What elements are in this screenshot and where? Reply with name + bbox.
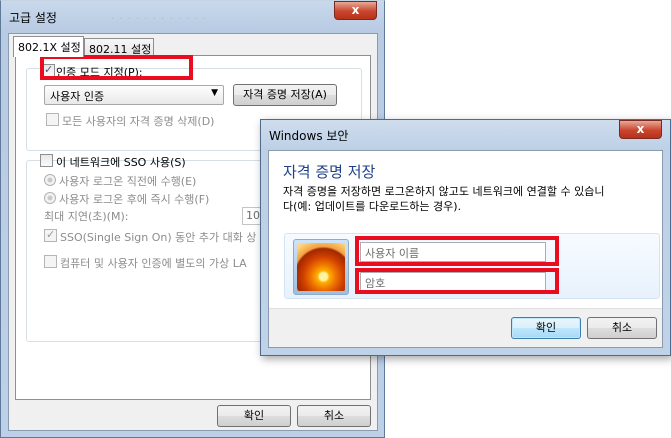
advanced-settings-titlebar[interactable]: 고급 설정 · · · · · · · · · · · ·: [1, 1, 384, 31]
enable-sso-checkbox[interactable]: [40, 154, 53, 167]
highlight-box-password: [355, 268, 559, 294]
titlebar-ghost-text: · · · · · · · · · · · ·: [111, 14, 208, 25]
advanced-ok-button[interactable]: 확인: [217, 405, 291, 427]
check-mark-icon: ✓: [46, 228, 56, 241]
sso-before-logon-label: 사용자 로그온 직전에 수행(E): [59, 175, 197, 188]
windows-security-close-button[interactable]: x: [619, 120, 662, 139]
sso-before-logon-radio[interactable]: [44, 174, 56, 186]
message-line-2: 다(예: 업데이트를 다운로드하는 경우).: [283, 200, 462, 213]
auth-mode-selected-value: 사용자 인증: [50, 90, 105, 103]
save-credentials-message: 자격 증명을 저장하면 로그온하지 않고도 네트워크에 연결할 수 있습니 다(…: [283, 184, 604, 214]
windows-security-footer: 확인 취소: [269, 308, 662, 347]
security-ok-button[interactable]: 확인: [511, 317, 581, 339]
advanced-cancel-button[interactable]: 취소: [297, 405, 371, 427]
allow-extra-dialogs-checkbox[interactable]: ✓: [44, 228, 57, 242]
windows-security-title: Windows 보안: [269, 129, 349, 143]
delete-all-credentials-label: 모든 사용자의 자격 증명 삭제(D): [62, 115, 215, 128]
message-line-1: 자격 증명을 저장하면 로그온하지 않고도 네트워크에 연결할 수 있습니: [283, 185, 605, 198]
enable-sso-label: 이 네트워크에 SSO 사용(S): [56, 156, 186, 169]
save-credentials-heading: 자격 증명 저장: [283, 163, 376, 181]
separate-vlan-label: 컴퓨터 및 사용자 인증에 별도의 가상 LA: [60, 257, 247, 270]
max-delay-label: 최대 지연(초)(M):: [44, 210, 129, 223]
save-credentials-button[interactable]: 자격 증명 저장(A): [233, 84, 337, 106]
allow-extra-dialogs-label: SSO(Single Sign On) 동안 추가 대화 상: [60, 231, 257, 244]
sso-after-logon-label: 사용자 로그온 후에 즉시 수행(F): [59, 193, 210, 206]
highlight-box-auth-mode: [40, 55, 193, 80]
user-avatar: [293, 239, 349, 295]
advanced-settings-close-button[interactable]: x: [334, 1, 377, 20]
security-cancel-button[interactable]: 취소: [587, 317, 657, 339]
flower-picture-icon: [297, 243, 345, 291]
sso-after-logon-radio[interactable]: [44, 192, 56, 204]
highlight-box-username: [355, 236, 559, 266]
dropdown-arrow-icon: ▼: [211, 88, 218, 98]
delete-all-credentials-checkbox[interactable]: [46, 113, 59, 126]
tab-8021x-settings[interactable]: 802.1X 설정: [13, 36, 84, 57]
advanced-settings-title: 고급 설정: [9, 11, 57, 25]
separate-vlan-checkbox[interactable]: [44, 255, 57, 268]
auth-mode-select[interactable]: 사용자 인증 ▼: [44, 85, 224, 105]
